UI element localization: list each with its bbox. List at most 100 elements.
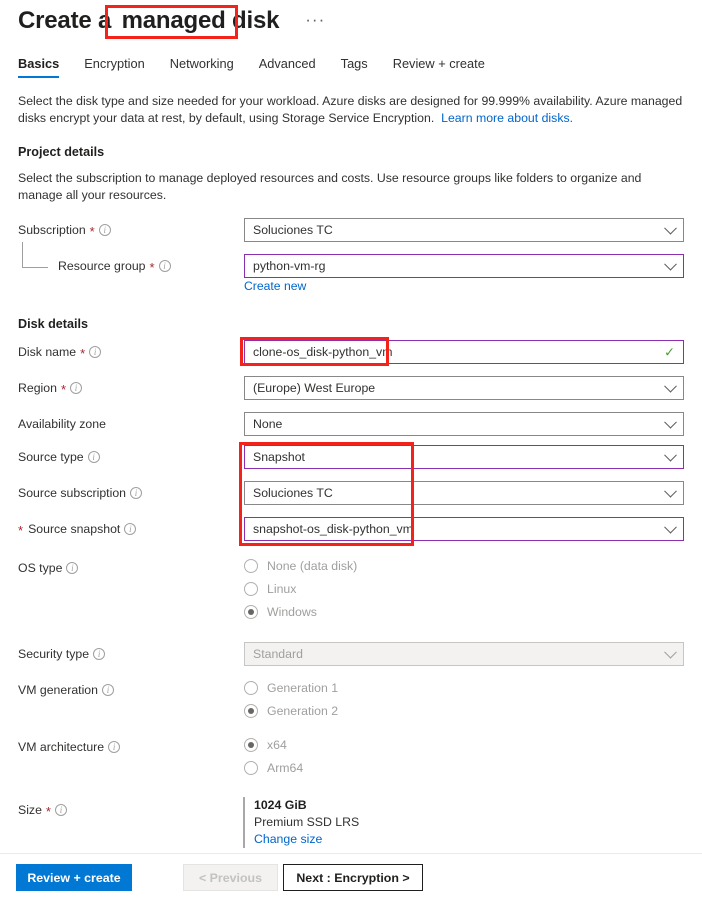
label-vm-architecture: VM architecture i: [18, 740, 244, 754]
chevron-down-icon: [664, 221, 677, 235]
radio-label: Generation 2: [267, 703, 339, 718]
os-type-radio-group: None (data disk) Linux Windows: [244, 554, 357, 623]
region-value: (Europe) West Europe: [253, 381, 376, 395]
label-source-snapshot: * Source snapshot i: [18, 522, 244, 538]
info-icon[interactable]: i: [101, 684, 114, 696]
info-icon[interactable]: i: [89, 346, 102, 358]
label-size: Size * i: [18, 803, 244, 818]
source-snapshot-dropdown[interactable]: snapshot-os_disk-python_vm: [244, 517, 684, 541]
radio-os-type-windows[interactable]: Windows: [244, 600, 357, 623]
info-icon[interactable]: i: [158, 260, 171, 272]
label-security-type: Security type i: [18, 647, 244, 661]
vm-generation-radio-group: Generation 1 Generation 2: [244, 676, 338, 722]
page-title-prefix: Create a: [18, 7, 118, 34]
source-type-dropdown[interactable]: Snapshot: [244, 445, 684, 469]
radio-icon: [244, 680, 258, 695]
label-availability-zone: Availability zone: [18, 417, 244, 431]
required-marker: *: [18, 523, 24, 538]
label-os-type: OS type i: [18, 561, 244, 575]
field-row-availability-zone: Availability zone None: [18, 412, 684, 436]
field-row-vm-architecture: VM architecture i: [18, 736, 684, 758]
resource-group-value: python-vm-rg: [253, 259, 326, 273]
change-size-link[interactable]: Change size: [254, 832, 322, 846]
source-subscription-dropdown[interactable]: Soluciones TC: [244, 481, 684, 505]
required-marker: *: [80, 346, 86, 361]
next-encryption-button[interactable]: Next : Encryption >: [283, 864, 423, 891]
subscription-value: Soluciones TC: [253, 223, 333, 237]
label-source-subscription: Source subscription i: [18, 486, 244, 500]
source-type-value: Snapshot: [253, 450, 305, 464]
info-icon[interactable]: i: [87, 451, 100, 463]
required-marker: *: [89, 224, 95, 239]
radio-vm-generation-1[interactable]: Generation 1: [244, 676, 338, 699]
subscription-dropdown[interactable]: Soluciones TC: [244, 218, 684, 242]
availability-zone-value: None: [253, 417, 283, 431]
radio-os-type-none[interactable]: None (data disk): [244, 554, 357, 577]
radio-icon: [244, 760, 258, 775]
label-availability-zone-text: Availability zone: [18, 417, 106, 431]
section-heading-disk-details: Disk details: [18, 317, 88, 331]
label-resource-group: Resource group * i: [18, 259, 244, 274]
info-icon[interactable]: i: [124, 523, 137, 535]
label-vm-generation: VM generation i: [18, 683, 244, 697]
info-icon[interactable]: i: [66, 562, 79, 574]
field-row-security-type: Security type i Standard: [18, 642, 684, 666]
region-dropdown[interactable]: (Europe) West Europe: [244, 376, 684, 400]
label-disk-name-text: Disk name: [18, 345, 77, 359]
tab-basics[interactable]: Basics: [18, 56, 73, 78]
label-size-text: Size: [18, 803, 42, 817]
size-summary-panel: 1024 GiB Premium SSD LRS Change size: [243, 797, 359, 848]
radio-selected-icon: [244, 604, 258, 619]
tab-encryption[interactable]: Encryption: [84, 56, 158, 78]
page-header: Create a managed disk ···: [18, 6, 325, 38]
review-create-button[interactable]: Review + create: [16, 864, 132, 891]
previous-button: < Previous: [183, 864, 278, 891]
radio-os-type-linux[interactable]: Linux: [244, 577, 357, 600]
label-source-subscription-text: Source subscription: [18, 486, 126, 500]
field-row-subscription: Subscription * i Soluciones TC: [18, 218, 684, 242]
info-icon[interactable]: i: [54, 804, 67, 816]
info-icon[interactable]: i: [93, 648, 106, 660]
info-icon[interactable]: i: [130, 487, 142, 499]
resource-group-dropdown[interactable]: python-vm-rg: [244, 254, 684, 278]
label-region: Region * i: [18, 381, 244, 397]
info-icon[interactable]: i: [70, 382, 83, 394]
radio-vm-generation-2[interactable]: Generation 2: [244, 699, 338, 722]
tab-review-create[interactable]: Review + create: [393, 56, 499, 78]
field-row-source-subscription: Source subscription i Soluciones TC: [18, 481, 684, 505]
chevron-down-icon: [664, 379, 677, 393]
radio-selected-icon: [244, 703, 258, 718]
security-type-dropdown: Standard: [244, 642, 684, 666]
label-security-type-text: Security type: [18, 647, 90, 661]
label-subscription-text: Subscription: [18, 223, 86, 237]
radio-selected-icon: [244, 737, 258, 752]
radio-vm-architecture-arm64[interactable]: Arm64: [244, 756, 303, 779]
availability-zone-dropdown[interactable]: None: [244, 412, 684, 436]
label-vm-generation-text: VM generation: [18, 683, 98, 697]
disk-name-input[interactable]: clone-os_disk-python_vm ✓: [244, 340, 684, 364]
source-subscription-value: Soluciones TC: [253, 486, 333, 500]
tab-networking[interactable]: Networking: [170, 56, 248, 78]
field-row-resource-group: Resource group * i python-vm-rg: [18, 254, 684, 278]
tab-tags[interactable]: Tags: [341, 56, 382, 78]
field-row-source-snapshot: * Source snapshot i snapshot-os_disk-pyt…: [18, 517, 684, 541]
required-marker: *: [60, 382, 67, 397]
field-row-source-type: Source type i Snapshot: [18, 445, 684, 469]
radio-vm-architecture-x64[interactable]: x64: [244, 733, 303, 756]
create-new-resource-group-link[interactable]: Create new: [244, 279, 306, 293]
label-subscription: Subscription * i: [18, 223, 244, 239]
label-source-type: Source type i: [18, 450, 244, 464]
more-options-icon[interactable]: ···: [305, 5, 325, 35]
tab-advanced[interactable]: Advanced: [259, 56, 330, 78]
disk-name-value: clone-os_disk-python_vm: [253, 345, 393, 359]
chevron-down-icon: [664, 415, 677, 429]
label-region-text: Region: [18, 381, 57, 395]
page-title-highlight: managed disk: [121, 7, 280, 34]
info-icon[interactable]: i: [98, 224, 111, 236]
label-source-type-text: Source type: [18, 450, 84, 464]
info-icon[interactable]: i: [108, 741, 121, 753]
valid-check-icon: ✓: [664, 344, 675, 360]
learn-more-disks-link[interactable]: Learn more about disks.: [441, 111, 573, 125]
section-heading-project-details: Project details: [18, 145, 105, 159]
size-value: 1024 GiB: [254, 798, 307, 812]
